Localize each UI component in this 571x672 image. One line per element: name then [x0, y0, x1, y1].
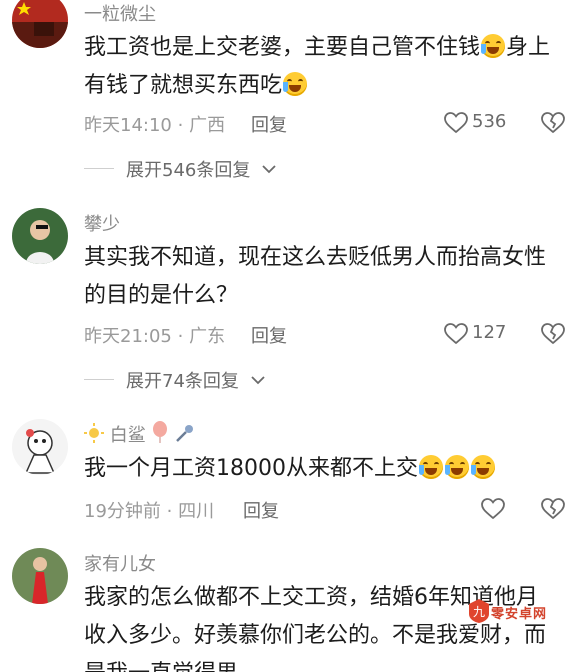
watermark-text: 零安卓网 — [491, 607, 548, 622]
username[interactable]: 攀少 — [84, 210, 120, 236]
username[interactable]: 一粒微尘 — [84, 0, 156, 26]
like-count: 536 — [472, 111, 507, 132]
separator: · — [177, 115, 184, 136]
timestamp: 19分钟前 — [84, 501, 161, 522]
laugh-cry-emoji-icon — [471, 455, 495, 479]
svg-text:九: 九 — [473, 605, 485, 619]
reply-button[interactable]: 回复 — [243, 497, 279, 523]
comment-text: 我一个月工资18000从来都不上交 — [84, 450, 556, 488]
avatar[interactable] — [12, 208, 68, 264]
comment-meta: 昨天21:05 · 广东 — [84, 322, 225, 348]
comment-text: 我工资也是上交老婆，主要自己管不住钱 身上有钱了就想买东西吃 — [84, 29, 556, 105]
comment-text: 其实我不知道，现在这么去贬低男人而抬高女性的目的是什么？ — [84, 245, 547, 308]
expand-replies-label: 展开546条回复 — [126, 160, 251, 181]
broken-heart-icon[interactable] — [541, 112, 565, 134]
chevron-down-icon[interactable] — [262, 164, 276, 174]
laugh-cry-emoji-icon — [283, 72, 308, 96]
heart-outline-icon[interactable] — [444, 112, 468, 134]
comment-meta: 19分钟前 · 四川 — [84, 497, 214, 523]
avatar[interactable] — [12, 419, 68, 475]
timestamp: 昨天14:10 — [84, 115, 172, 136]
chevron-down-icon[interactable] — [251, 375, 265, 385]
location: 广东 — [189, 326, 226, 347]
comment-text-part: 我工资也是上交老婆，主要自己管不住钱 — [84, 35, 481, 60]
heart-outline-icon[interactable] — [444, 323, 468, 345]
username[interactable]: 白鲨 — [84, 421, 195, 447]
like-count: 127 — [472, 322, 507, 343]
heart-outline-icon[interactable] — [481, 498, 505, 520]
timestamp: 昨天21:05 — [84, 326, 172, 347]
laugh-cry-emoji-icon — [419, 455, 443, 479]
expand-replies-button[interactable]: 展开546条回复 — [126, 156, 250, 182]
divider — [84, 379, 114, 380]
laugh-cry-emoji-icon — [445, 455, 469, 479]
separator: · — [177, 326, 184, 347]
reply-button[interactable]: 回复 — [251, 322, 287, 348]
location: 四川 — [178, 501, 215, 522]
avatar[interactable] — [12, 0, 68, 48]
comment-meta: 昨天14:10 · 广西 — [84, 111, 225, 137]
location: 广西 — [189, 115, 226, 136]
expand-replies-label: 展开74条回复 — [126, 371, 239, 392]
watermark-logo: 九 零安卓网 — [467, 598, 559, 626]
username[interactable]: 家有儿女 — [84, 550, 156, 576]
laugh-cry-emoji-icon — [481, 34, 506, 58]
sun-icon — [84, 423, 104, 443]
reply-button[interactable]: 回复 — [251, 111, 287, 137]
comment-text-part: 我一个月工资18000从来都不上交 — [84, 456, 418, 481]
balloon-icon — [153, 421, 168, 443]
broken-heart-icon[interactable] — [541, 323, 565, 345]
watermark-badge-icon: 九 — [469, 599, 489, 623]
separator: · — [166, 501, 173, 522]
microphone-icon — [176, 425, 194, 442]
username-text: 白鲨 — [109, 425, 146, 446]
avatar[interactable] — [12, 548, 68, 604]
divider — [84, 168, 114, 169]
broken-heart-icon[interactable] — [541, 498, 565, 520]
expand-replies-button[interactable]: 展开74条回复 — [126, 367, 239, 393]
